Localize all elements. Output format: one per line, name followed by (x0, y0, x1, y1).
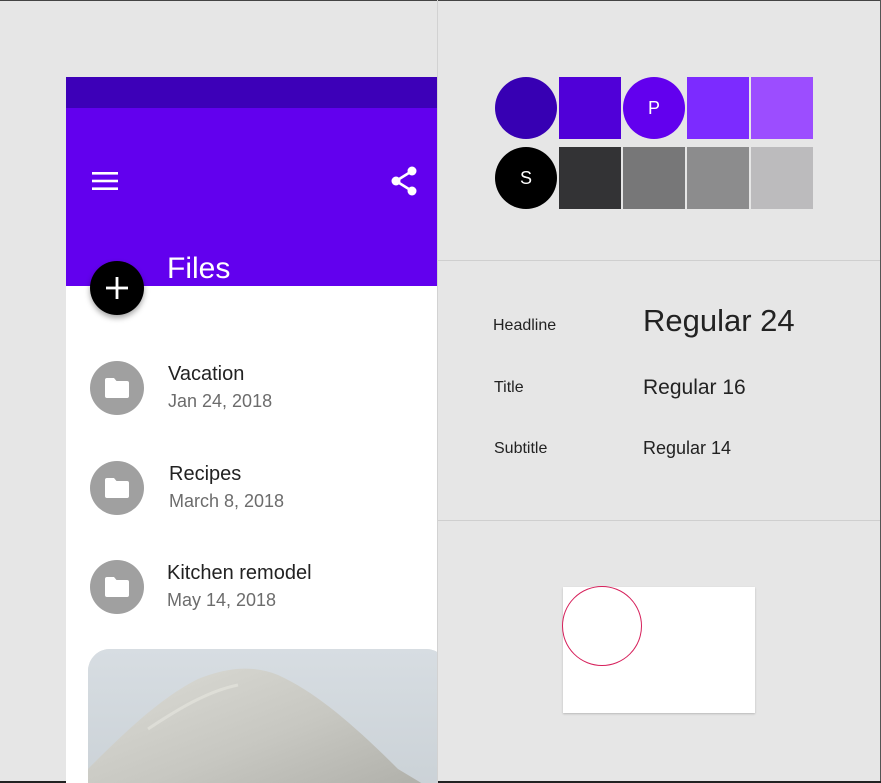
primary-swatch-label: P (647, 97, 660, 118)
secondary-swatch[interactable]: S (495, 147, 557, 209)
phone-preview: Files Vacation Jan 24, 2018 Recipes Marc… (66, 77, 437, 783)
folder-icon (105, 478, 129, 498)
sand-mound-image (88, 649, 437, 783)
primary-dark-swatch[interactable] (495, 77, 557, 139)
list-item-recipes[interactable]: Recipes March 8, 2018 (66, 448, 437, 528)
folder-icon (105, 577, 129, 597)
folder-avatar (90, 560, 144, 614)
menu-icon (92, 172, 118, 190)
subtitle-sample: Regular 14 (643, 438, 732, 458)
primary-swatch[interactable]: P (623, 77, 685, 139)
shape-preview-card[interactable] (562, 586, 755, 713)
gray-2-swatch[interactable] (623, 147, 685, 209)
menu-button[interactable] (90, 166, 120, 196)
file-name: Vacation (168, 363, 245, 385)
file-date: May 14, 2018 (167, 590, 277, 610)
panel-divider-1 (438, 260, 880, 261)
title-label: Title (494, 379, 524, 396)
file-name: Recipes (169, 463, 242, 485)
media-card-image[interactable] (88, 649, 437, 783)
panel-divider-2 (438, 520, 880, 521)
folder-avatar (90, 361, 144, 415)
app-bar-title: Files (167, 252, 231, 285)
headline-label: Headline (493, 317, 557, 334)
headline-sample: Regular 24 (643, 303, 795, 338)
status-bar (66, 77, 437, 108)
add-fab-button[interactable] (90, 261, 144, 315)
title-sample: Regular 16 (643, 376, 746, 399)
plus-icon (106, 277, 128, 299)
list-item-vacation[interactable]: Vacation Jan 24, 2018 (66, 348, 437, 428)
file-date: Jan 24, 2018 (168, 391, 273, 411)
list-item-kitchen-remodel[interactable]: Kitchen remodel May 14, 2018 (66, 547, 437, 627)
gray-1-swatch[interactable] (559, 147, 621, 209)
top-app-bar: Files (66, 108, 437, 286)
primary-lighter-swatch[interactable] (751, 77, 813, 139)
secondary-swatch-label: S (519, 167, 532, 188)
primary-light-swatch[interactable] (687, 77, 749, 139)
file-date: March 8, 2018 (169, 491, 285, 511)
file-name: Kitchen remodel (167, 562, 312, 584)
window-top-border (0, 0, 881, 1)
panel-divider-vertical (437, 0, 438, 783)
share-button[interactable] (388, 165, 420, 197)
folder-avatar (90, 461, 144, 515)
share-icon (391, 166, 417, 196)
gray-3-swatch[interactable] (687, 147, 749, 209)
primary-variant-swatch[interactable] (559, 77, 621, 139)
folder-icon (105, 378, 129, 398)
gray-4-swatch[interactable] (751, 147, 813, 209)
shape-corner-circle (562, 586, 642, 666)
subtitle-label: Subtitle (494, 440, 548, 457)
